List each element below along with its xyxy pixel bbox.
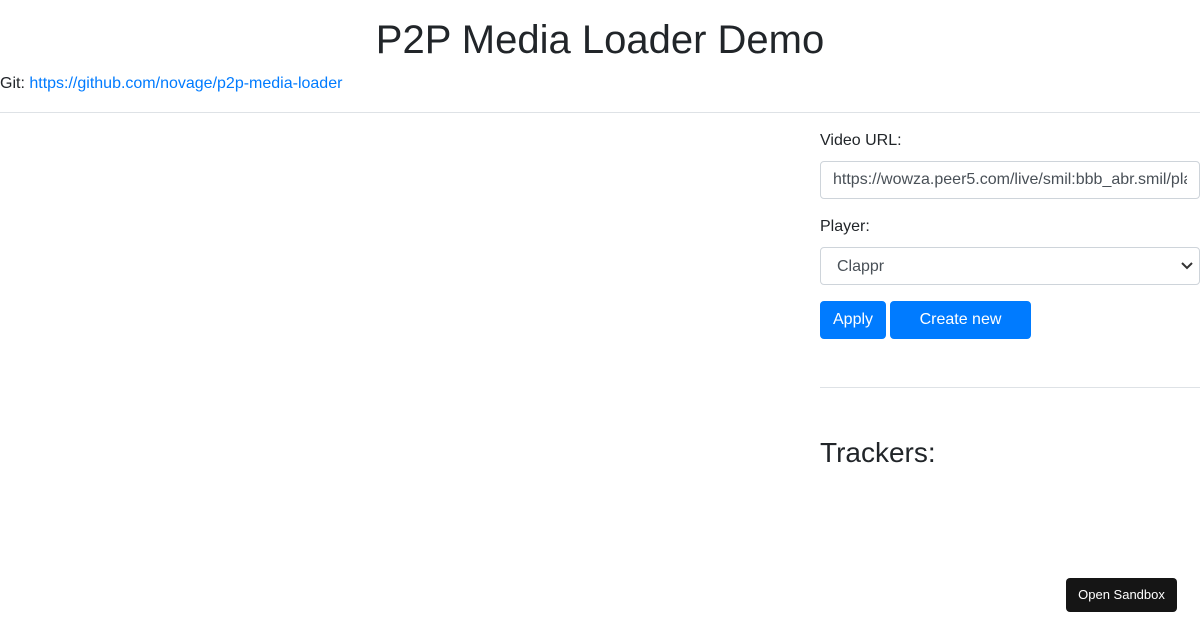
- player-label: Player:: [820, 218, 870, 235]
- video-url-label: Video URL:: [820, 132, 902, 149]
- player-select[interactable]: Clappr: [820, 247, 1200, 285]
- video-url-input[interactable]: [820, 161, 1200, 199]
- create-new-peer-button[interactable]: Create new peer: [890, 301, 1031, 364]
- git-label: Git:: [0, 75, 25, 92]
- panel-divider: [820, 387, 1200, 388]
- git-repo-link[interactable]: https://github.com/novage/p2p-media-load…: [29, 75, 342, 92]
- trackers-heading: Trackers:: [820, 437, 936, 468]
- player-select-value: Clappr: [837, 258, 885, 275]
- open-sandbox-button[interactable]: Open Sandbox: [1066, 578, 1177, 612]
- page-title: P2P Media Loader Demo: [375, 18, 825, 62]
- chevron-down-icon: [1181, 262, 1193, 270]
- apply-button[interactable]: Apply: [820, 301, 886, 339]
- git-line: Git: https://github.com/novage/p2p-media…: [0, 73, 342, 95]
- page: P2P Media Loader Demo Git: https://githu…: [0, 0, 1200, 630]
- video-player-area[interactable]: [0, 113, 800, 613]
